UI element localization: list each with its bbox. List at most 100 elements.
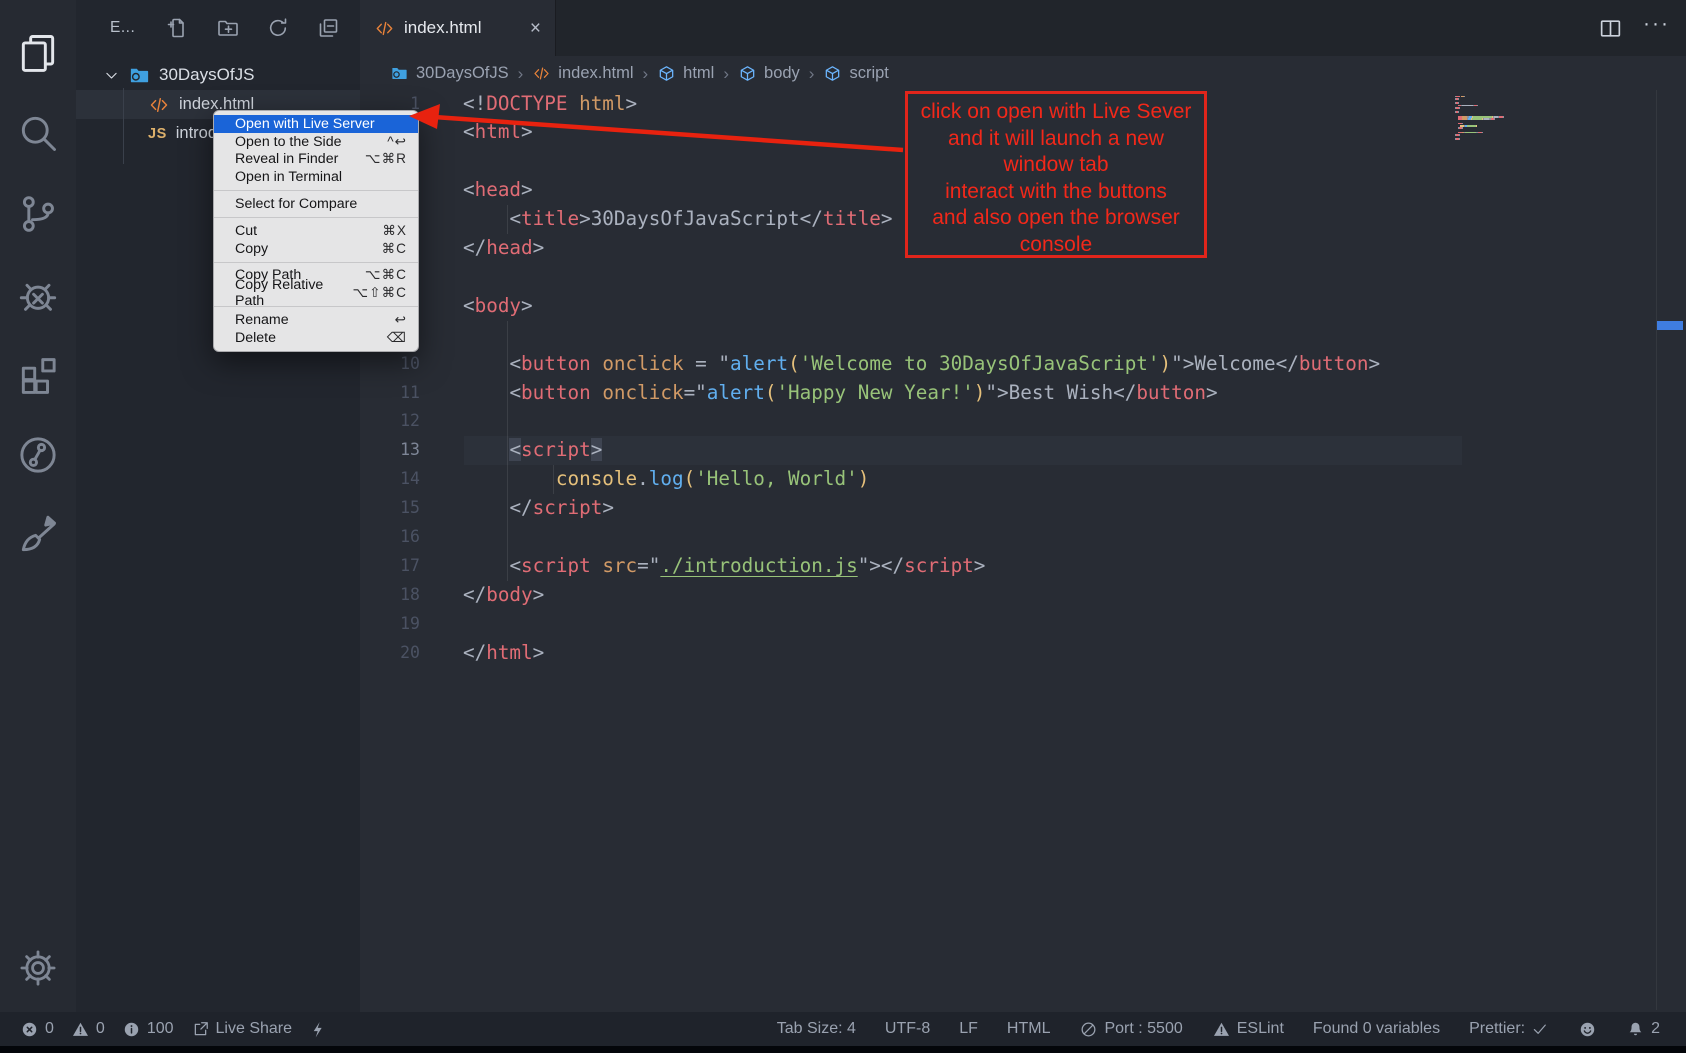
menu-item-rename[interactable]: Rename↩ (214, 311, 418, 329)
code-line-19: 19 (360, 610, 1686, 639)
code-text: <button onclick="alert('Happy New Year!'… (463, 379, 1218, 408)
editor-actions: ··· (1598, 0, 1670, 56)
tab-index-html[interactable]: index.html × (360, 0, 556, 56)
new-file-button[interactable] (166, 16, 190, 40)
code-text: <script src="./introduction.js"></script… (463, 552, 985, 581)
root-folder-label: 30DaysOfJS (159, 65, 254, 85)
menu-item-select-for-compare[interactable]: Select for Compare (214, 195, 418, 213)
tree-root-folder[interactable]: 30DaysOfJS (76, 60, 360, 90)
code-line-8: 8<body> (360, 292, 1686, 321)
explorer-title: E... (110, 19, 135, 37)
status-item-live-share[interactable]: Live Share (191, 1020, 293, 1039)
new-folder-button[interactable] (216, 16, 240, 40)
menu-item-delete[interactable]: Delete⌫ (214, 329, 418, 347)
warning-icon (71, 1020, 90, 1039)
code-line-18: 18</body> (360, 581, 1686, 610)
status-item-tab-size-4[interactable]: Tab Size: 4 (777, 1020, 856, 1038)
code-line-14: 14 console.log('Hello, World') (360, 465, 1686, 494)
menu-item-reveal-in-finder[interactable]: Reveal in Finder⌥⌘R (214, 151, 418, 169)
collapse-all-icon (316, 16, 340, 40)
vscode-window: E... 30DaysOfJS index.html JS introducti… (0, 0, 1686, 1053)
breadcrumb-separator: › (723, 64, 729, 84)
status-item-found-0-variables[interactable]: Found 0 variables (1313, 1020, 1440, 1038)
status-item-port-5500[interactable]: Port : 5500 (1079, 1020, 1182, 1039)
refresh-button[interactable] (266, 16, 290, 40)
activity-feedback[interactable] (0, 497, 76, 573)
activity-settings[interactable] (0, 930, 76, 1006)
status-item-prettier-[interactable]: Prettier: (1469, 1020, 1549, 1038)
line-number: 16 (360, 523, 420, 552)
status-item-smiley[interactable] (1578, 1020, 1597, 1039)
menu-separator (214, 217, 418, 218)
breadcrumb-item-index-html[interactable]: index.html (532, 64, 633, 83)
breadcrumb-separator: › (643, 64, 649, 84)
minimap-line (1455, 118, 1495, 120)
status-item-0[interactable]: 0 (71, 1020, 105, 1039)
status-item-html[interactable]: HTML (1007, 1020, 1051, 1038)
split-editor-icon[interactable] (1598, 16, 1623, 41)
activity-explorer[interactable] (0, 15, 76, 91)
code-line-10: 10 <button onclick = "alert('Welcome to … (360, 350, 1686, 379)
menu-item-copy-relative-path[interactable]: Copy Relative Path⌥⇧⌘C (214, 284, 418, 302)
live-share-icon (16, 433, 60, 477)
code-line-12: 12 (360, 407, 1686, 436)
chevron-down-icon (103, 67, 120, 84)
code-line-9: 9 (360, 321, 1686, 350)
code-text: <script> (463, 436, 602, 465)
tab-bar: index.html × ··· (360, 0, 1686, 56)
code-text: </html> (463, 639, 544, 668)
status-item-100[interactable]: 100 (122, 1020, 174, 1039)
status-left-group: 00 100 Live Share (20, 1020, 328, 1039)
status-item-2[interactable]: 2 (1626, 1020, 1660, 1039)
html-icon (374, 18, 395, 39)
line-number: 15 (360, 494, 420, 523)
menu-item-open-with-live-server[interactable]: Open with Live Server (214, 115, 418, 133)
warning-icon (1212, 1020, 1231, 1039)
breadcrumb-item-30DaysOfJS[interactable]: 30DaysOfJS (390, 64, 509, 83)
symbol-icon (823, 64, 842, 83)
check-icon (1531, 1020, 1549, 1038)
breadcrumb-item-script[interactable]: script (823, 64, 888, 83)
line-number: 19 (360, 610, 420, 639)
tab-close-icon[interactable]: × (530, 19, 541, 38)
breadcrumb-item-body[interactable]: body (738, 64, 800, 83)
activity-live-share[interactable] (0, 417, 76, 493)
line-number: 14 (360, 465, 420, 494)
menu-item-cut[interactable]: Cut⌘X (214, 222, 418, 240)
minimap-line (1455, 138, 1459, 140)
status-item-0[interactable]: 0 (20, 1020, 54, 1039)
symbol-icon (738, 64, 757, 83)
source-control-icon (16, 192, 60, 236)
status-right-group: Tab Size: 4 UTF-8 LF HTML Port : 5500 ESLint F… (777, 1020, 1660, 1039)
status-item-lf[interactable]: LF (959, 1020, 978, 1038)
html-icon (532, 64, 551, 83)
code-text: <!DOCTYPE html> (463, 90, 637, 119)
code-line-16: 16 (360, 523, 1686, 552)
activity-extensions[interactable] (0, 337, 76, 413)
breadcrumb-separator: › (809, 64, 815, 84)
activity-debug[interactable] (0, 257, 76, 333)
html-icon (148, 94, 170, 116)
collapse-all-button[interactable] (316, 16, 340, 40)
activity-source-control[interactable] (0, 176, 76, 252)
extensions-icon (16, 353, 60, 397)
code-text: <button onclick = "alert('Welcome to 30D… (463, 350, 1380, 379)
code-line-11: 11 <button onclick="alert('Happy New Yea… (360, 379, 1686, 408)
line-number: 13 (360, 436, 420, 465)
status-item-eslint[interactable]: ESLint (1212, 1020, 1284, 1039)
info-icon (122, 1020, 141, 1039)
breadcrumb-item-html[interactable]: html (657, 64, 714, 83)
lightning-icon (309, 1020, 328, 1039)
indent-guide (553, 465, 554, 494)
status-item-utf-8[interactable]: UTF-8 (885, 1020, 930, 1038)
menu-item-open-to-the-side[interactable]: Open to the Side^↩ (214, 133, 418, 151)
menu-item-open-in-terminal[interactable]: Open in Terminal (214, 168, 418, 186)
code-line-20: 20</html> (360, 639, 1686, 668)
breadcrumb: 30DaysOfJS›index.html›html›body›script (360, 56, 1686, 91)
status-item-lightning[interactable] (309, 1020, 328, 1039)
port-icon (1079, 1020, 1098, 1039)
menu-item-copy[interactable]: Copy⌘C (214, 240, 418, 258)
line-number: 11 (360, 379, 420, 408)
activity-search[interactable] (0, 95, 76, 171)
search-icon (16, 111, 60, 155)
